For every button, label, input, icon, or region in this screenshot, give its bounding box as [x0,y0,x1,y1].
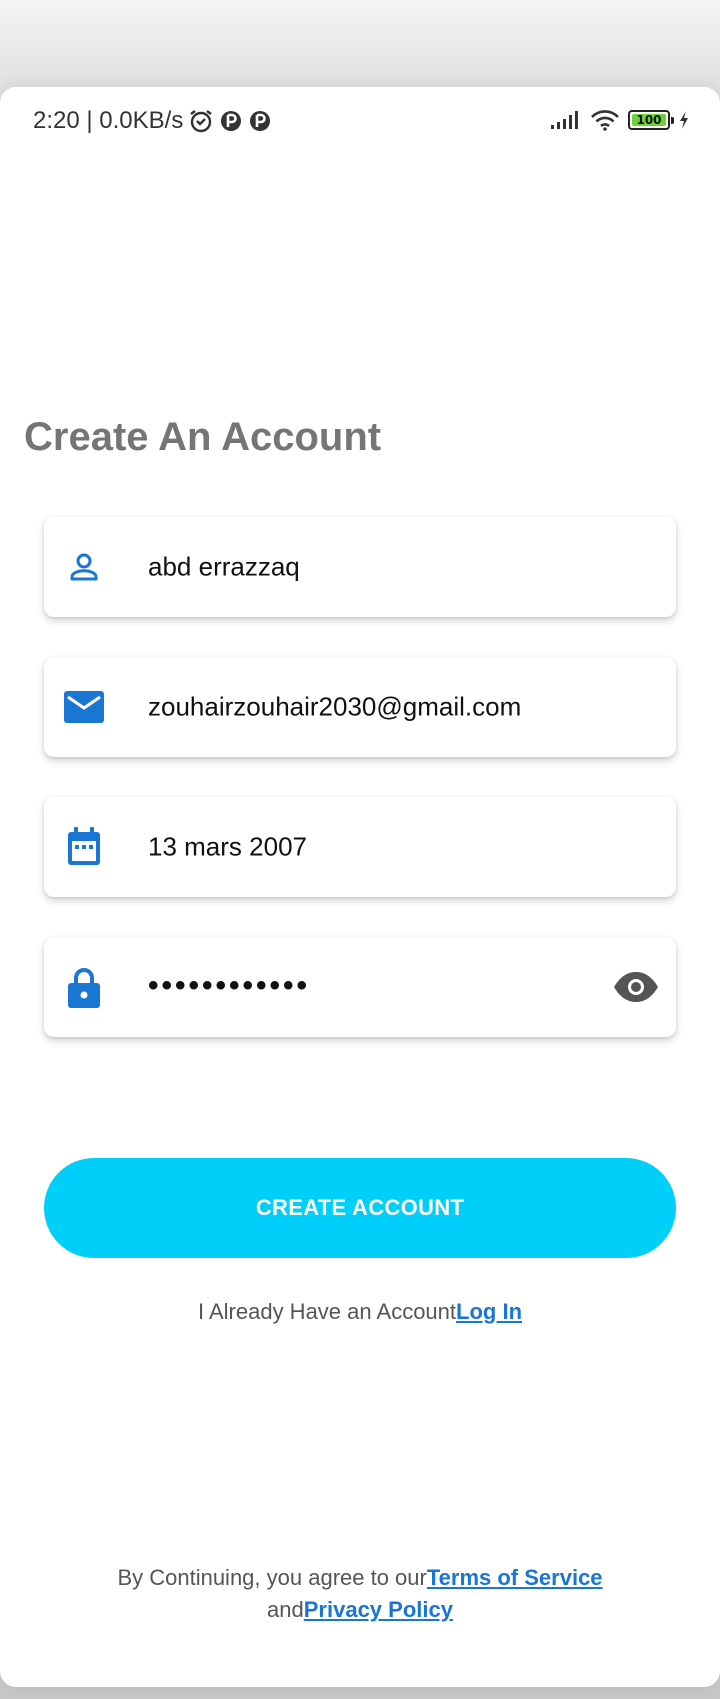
app-notification-icon [219,109,243,133]
battery-icon: 100 [628,110,674,130]
signal-icon [550,110,582,130]
alarm-icon [188,108,214,134]
email-field[interactable]: zouhairzouhair2030@gmail.com [44,657,676,757]
privacy-policy-link[interactable]: Privacy Policy [304,1597,453,1622]
wifi-icon [590,109,620,131]
terms-and-text: and [267,1597,304,1622]
name-field[interactable]: abd errazzaq [44,517,676,617]
password-field[interactable]: •••••••••••• [44,937,676,1037]
status-bar: 2:20 | 0.0KB/s 100 [0,87,720,157]
mail-icon [64,687,104,727]
status-time-speed: 2:20 | 0.0KB/s [33,107,184,134]
terms-prefix: By Continuing, you agree to our [117,1565,427,1590]
status-right: 100 [550,109,690,131]
battery-level: 100 [636,113,662,127]
calendar-icon [64,827,104,867]
charging-icon [678,110,690,130]
page-title: Create An Account [24,415,382,459]
birthdate-value: 13 mars 2007 [148,831,307,862]
status-left: 2:20 | 0.0KB/s [33,107,272,135]
name-value: abd errazzaq [148,551,300,582]
app-notification-icon [248,109,272,133]
login-prompt: I Already Have an AccountLog In [0,1299,720,1325]
password-value: •••••••••••• [148,969,311,1002]
person-icon [64,547,104,587]
login-prompt-text: I Already Have an Account [197,1299,457,1324]
login-link[interactable]: Log In [456,1299,522,1324]
terms-notice: By Continuing, you agree to ourTerms of … [0,1562,720,1626]
birthdate-field[interactable]: 13 mars 2007 [44,797,676,897]
create-account-button[interactable]: CREATE ACCOUNT [44,1158,676,1258]
eye-icon[interactable] [612,967,660,1007]
app-screen: 2:20 | 0.0KB/s 100 Create An Account abd… [0,87,720,1687]
email-value: zouhairzouhair2030@gmail.com [148,691,522,722]
terms-of-service-link[interactable]: Terms of Service [427,1565,603,1590]
lock-icon [64,967,104,1008]
